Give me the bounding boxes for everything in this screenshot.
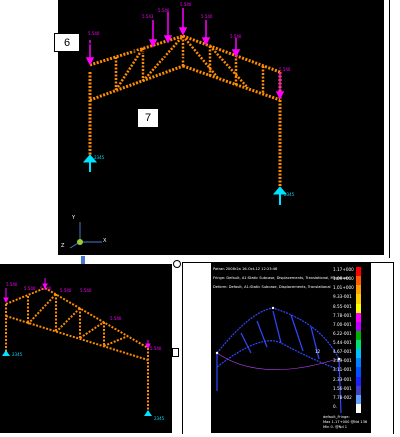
load-label: 5.540 [60,288,72,293]
legend-value: 3.11-001 [333,367,352,373]
legend-value: 6.22-001 [333,330,352,336]
load-label: 5.540 [24,286,36,291]
legend-value: 0. [333,403,337,409]
legend-value: 2.33-001 [333,376,352,382]
rotate-handle[interactable] [173,260,181,268]
legend-value: 1.17+000 [333,267,354,272]
bottom-right-viewport[interactable]: Patran 2008r2a 16-Oct-12 12:23:46 Fringe… [211,263,371,433]
fringe-footer-line3: Min 0. @Nd 1 [323,425,348,429]
legend-value: 7.00-001 [333,321,352,327]
fringe-legend-labels: 1.17+000 1.09+000 1.01+000 9.33-001 8.55-001… [333,265,357,415]
callout-7: 7 [137,108,159,128]
legend-value: 7.78-002 [333,394,352,400]
bottom-left-viewport[interactable]: 5.540 5.540 5.540 5.540 5.540 5.540 5.54… [0,264,172,433]
support-label: 2345 [12,352,23,357]
legend-value: 3.89-001 [333,358,352,364]
legend-value: 9.33-001 [333,294,352,300]
legend-value: 4.67-001 [333,349,352,355]
load-label: 5.540 [40,286,52,291]
support-label: 2345 [154,416,165,421]
legend-value: 7.78-001 [333,312,352,318]
leader-7 [154,81,201,109]
legend-value: 1.09+000 [333,276,354,282]
legend-value: 1.56-001 [333,385,352,391]
right-support-icon [144,410,152,416]
frame-border [389,0,390,258]
callout-6: 6 [54,33,80,52]
load-label: 5.540 [110,316,122,321]
legend-value: 5.44-001 [333,340,352,345]
resize-handle[interactable] [172,348,179,357]
fringe-footer-line1: default_Fringe: [323,415,350,419]
node-label: 12 [315,349,321,354]
left-support-icon [2,350,10,356]
load-label: 5.540 [80,288,92,293]
legend-value: 8.55-001 [333,303,352,309]
legend-value: 1.01+000 [333,285,354,291]
load-label: 5.540 [6,282,18,287]
load-label: 5.540 [150,346,162,351]
leader-6 [78,41,191,61]
fringe-footer-line2: Max 1.17+000 @Nd 136 [323,420,368,424]
